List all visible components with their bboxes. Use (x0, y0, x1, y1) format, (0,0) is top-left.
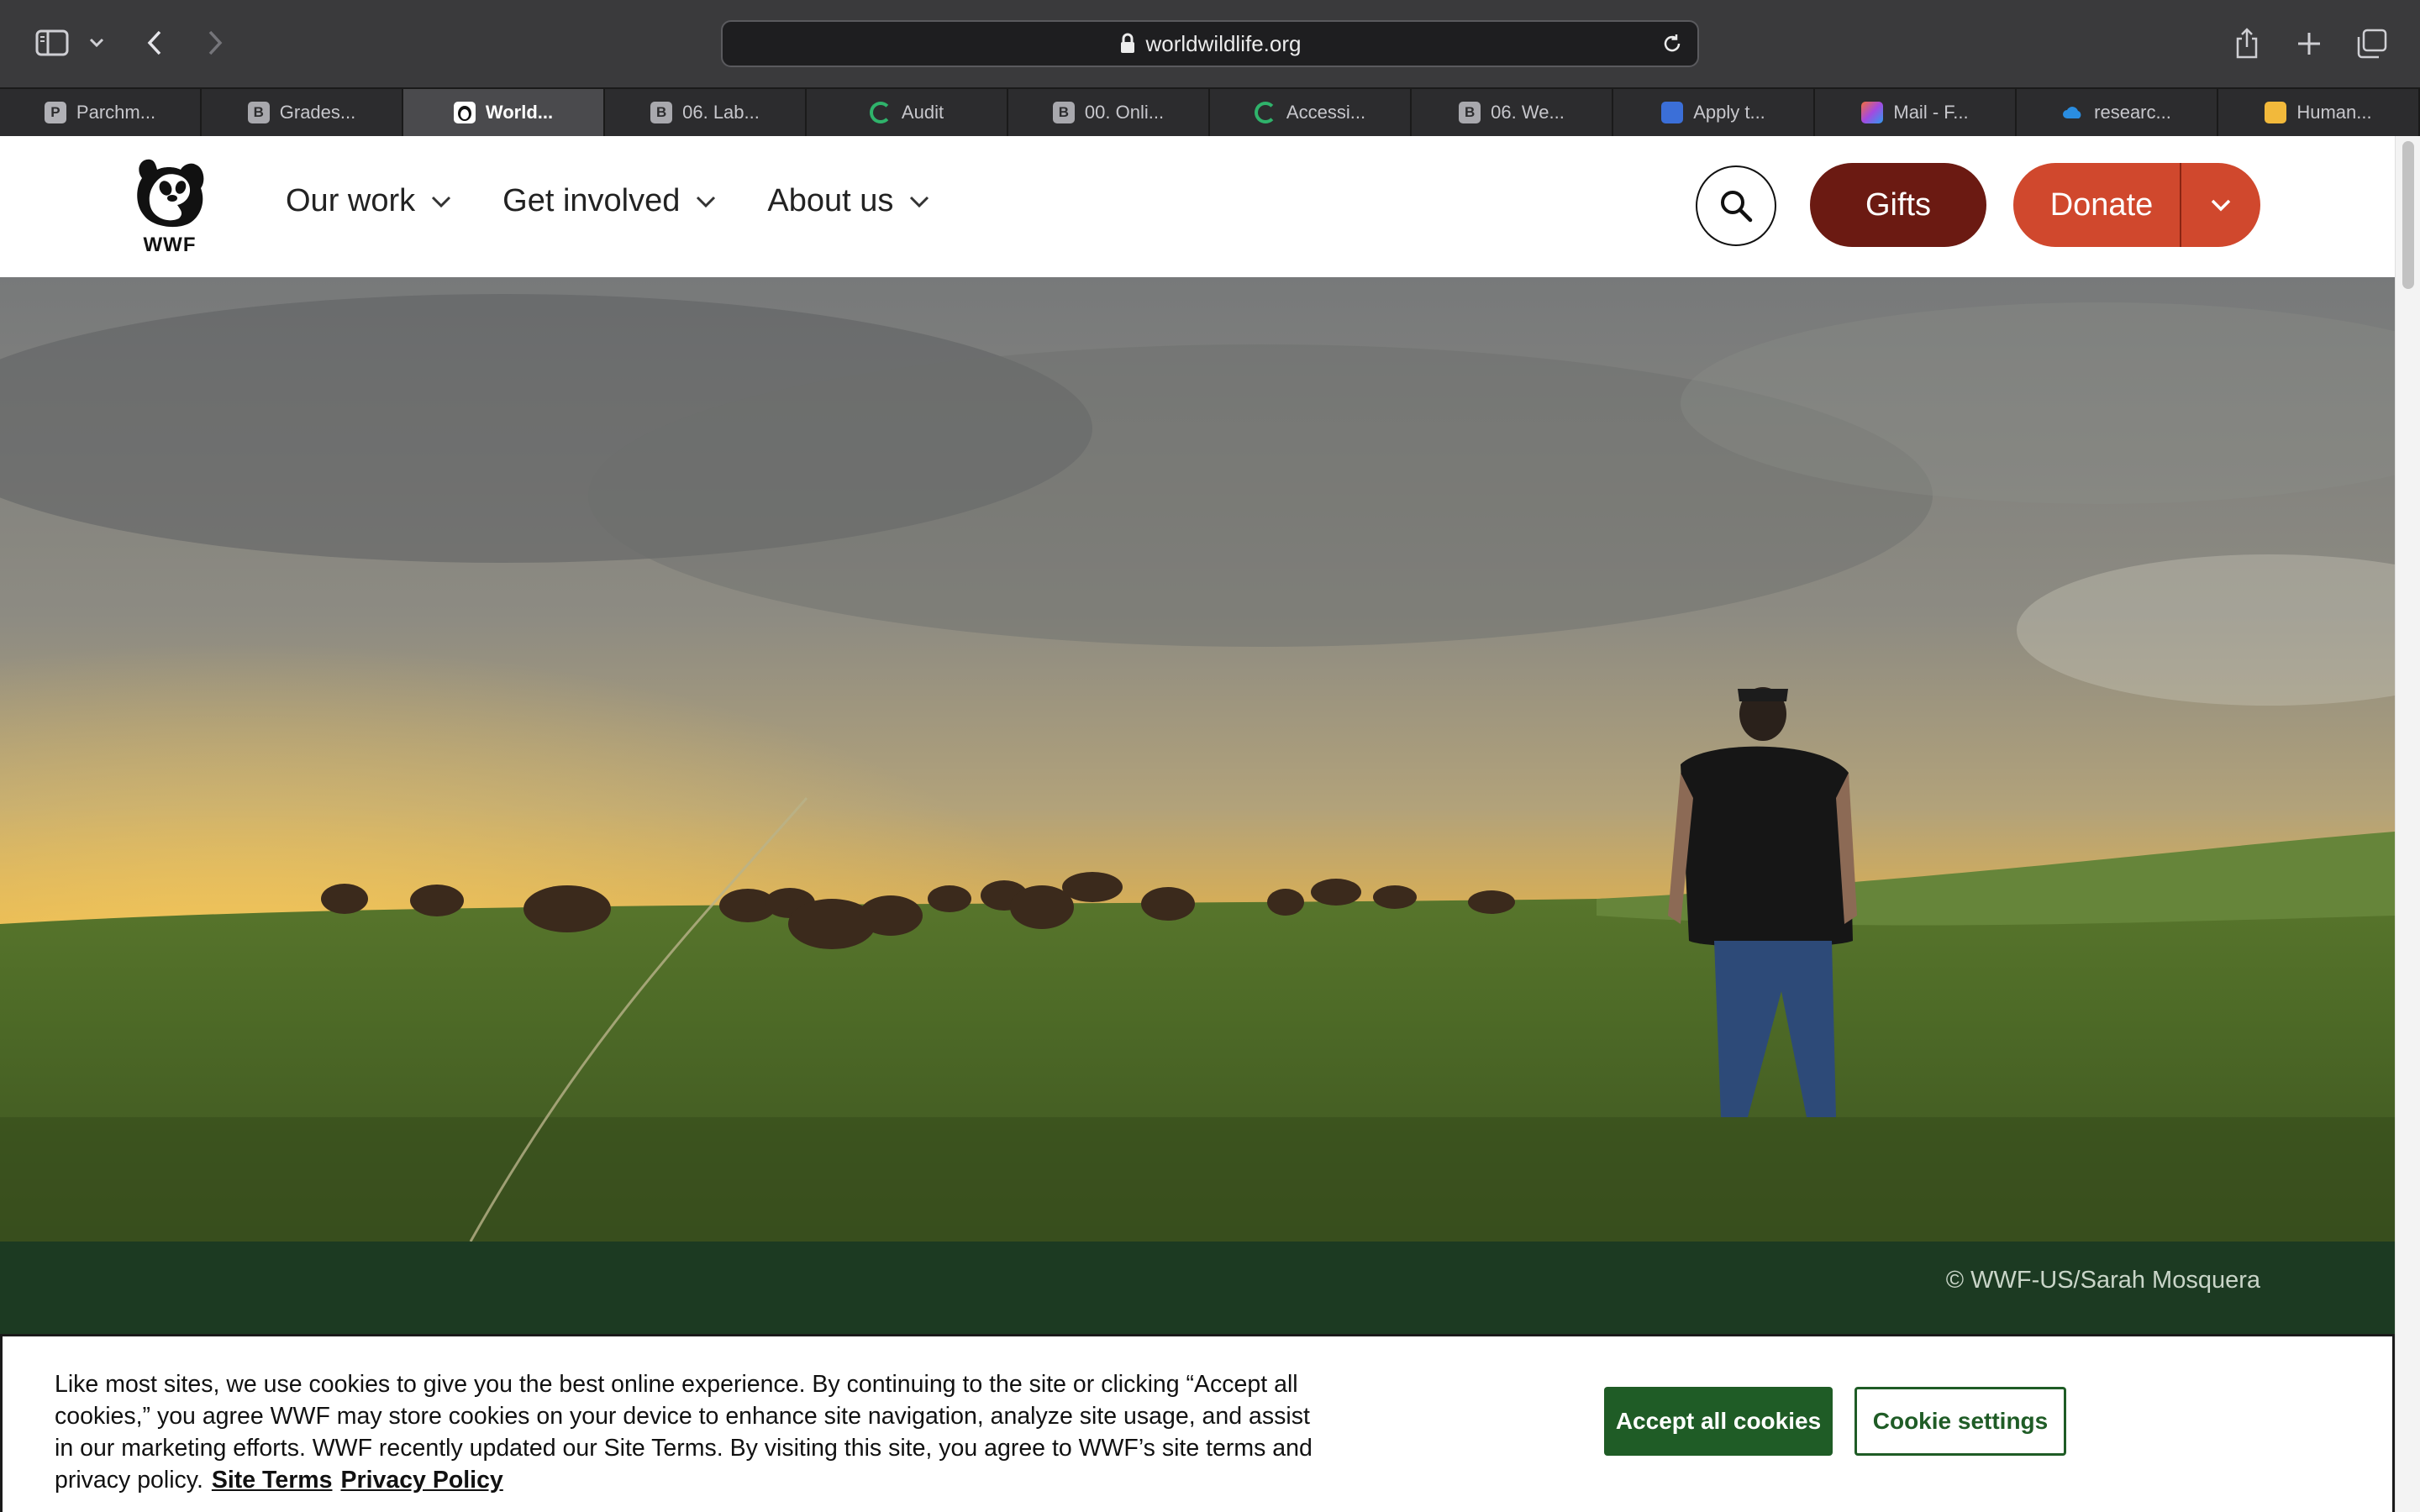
q-favicon-icon (869, 102, 892, 123)
nav-label: Get involved (502, 183, 681, 218)
nav-get-involved[interactable]: Get involved (502, 183, 717, 219)
accept-all-cookies-button[interactable]: Accept all cookies (1604, 1387, 1833, 1456)
tab-label: Accessi... (1286, 102, 1366, 123)
tab-label: Parchm... (76, 102, 156, 123)
gifts-button[interactable]: Gifts (1810, 163, 1986, 247)
cookie-message: Like most sites, we use cookies to give … (55, 1368, 1315, 1496)
url-text: worldwildlife.org (1145, 30, 1302, 56)
tab-label: Apply t... (1693, 102, 1765, 123)
nav-label: About us (767, 183, 894, 218)
nav-our-work[interactable]: Our work (286, 183, 452, 219)
tab-bar: P Parchm... B Grades... World... B 06. Lab... A… (0, 87, 2420, 136)
donate-button[interactable]: Donate (2013, 163, 2180, 247)
tab-label: Human... (2296, 102, 2372, 123)
page-scrollbar[interactable] (2395, 136, 2420, 1512)
site-header: WWF Our work Get involved About us Gifts… (0, 136, 2395, 277)
p-favicon-icon: P (44, 102, 66, 123)
scrollbar-thumb[interactable] (2402, 141, 2414, 289)
tab-label: World... (485, 102, 554, 123)
app-favicon-icon (1661, 102, 1684, 123)
browser-tab[interactable]: B 06. We... (1412, 89, 1613, 136)
browser-tab[interactable]: Audit (807, 89, 1008, 136)
tab-overview-icon[interactable] (2353, 25, 2390, 62)
browser-tab[interactable]: Accessi... (1210, 89, 1412, 136)
cookie-settings-button[interactable]: Cookie settings (1854, 1387, 2066, 1456)
wwf-logo[interactable]: WWF (133, 151, 207, 260)
b-favicon-icon: B (1459, 102, 1481, 123)
b-favicon-icon: B (650, 102, 673, 123)
nav-label: Our work (286, 183, 416, 218)
panda-logo-icon (137, 159, 204, 228)
new-tab-icon[interactable] (2291, 25, 2328, 62)
browser-tab[interactable]: B 06. Lab... (605, 89, 807, 136)
browser-tab[interactable]: B Grades... (202, 89, 403, 136)
cloud-favicon-icon (2062, 102, 2084, 123)
panda-favicon-icon (453, 102, 476, 123)
browser-tab[interactable]: P Parchm... (0, 89, 202, 136)
photo-credit: © WWF-US/Sarah Mosquera (1945, 1267, 2260, 1294)
search-button[interactable] (1696, 165, 1776, 246)
nav-about-us[interactable]: About us (767, 183, 930, 219)
chevron-down-icon (908, 195, 930, 208)
browser-tab[interactable]: researc... (2017, 89, 2218, 136)
b-favicon-icon: B (1052, 102, 1075, 123)
chevron-down-icon (695, 195, 717, 208)
reload-icon[interactable] (1660, 32, 1684, 55)
photo-credit-bar: © WWF-US/Sarah Mosquera (0, 1242, 2395, 1334)
tab-label: Grades... (279, 102, 356, 123)
hero-image (0, 277, 2395, 1242)
tab-label: 00. Onli... (1084, 102, 1165, 123)
cookie-banner: Like most sites, we use cookies to give … (0, 1334, 2395, 1512)
tab-label: Mail - F... (1893, 102, 1969, 123)
address-bar[interactable]: worldwildlife.org (721, 20, 1699, 67)
donate-options-button[interactable] (2181, 163, 2260, 247)
browser-toolbar: worldwildlife.org (0, 0, 2420, 87)
tab-label: Audit (901, 102, 944, 123)
tab-label: 06. Lab... (682, 102, 760, 123)
q-favicon-icon (1254, 102, 1276, 123)
browser-tab[interactable]: B 00. Onli... (1008, 89, 1210, 136)
mail-favicon-icon (1861, 102, 1884, 123)
tab-label: researc... (2094, 102, 2171, 123)
forward-icon[interactable] (198, 25, 232, 60)
search-icon (1721, 191, 1753, 223)
browser-tab[interactable]: World... (403, 89, 605, 136)
site-terms-link[interactable]: Site Terms (212, 1467, 333, 1494)
share-icon[interactable] (2228, 24, 2265, 64)
main-nav: Our work Get involved About us (286, 183, 981, 219)
sidebar-toggle-icon[interactable] (32, 25, 72, 60)
chevron-down-icon[interactable] (84, 30, 109, 55)
lock-icon (1119, 33, 1136, 55)
logo-text: WWF (143, 234, 197, 256)
browser-tab[interactable]: Mail - F... (1815, 89, 2017, 136)
donate-group: Donate (2013, 163, 2260, 247)
b-favicon-icon: B (247, 102, 270, 123)
chevron-down-icon (2211, 199, 2231, 212)
browser-tab[interactable]: Apply t... (1613, 89, 1815, 136)
chevron-down-icon (430, 195, 452, 208)
tab-label: 06. We... (1491, 102, 1565, 123)
browser-tab[interactable]: Human... (2218, 89, 2420, 136)
back-icon[interactable] (138, 25, 171, 60)
privacy-policy-link[interactable]: Privacy Policy (340, 1467, 502, 1494)
doc-favicon-icon (2265, 102, 2287, 123)
